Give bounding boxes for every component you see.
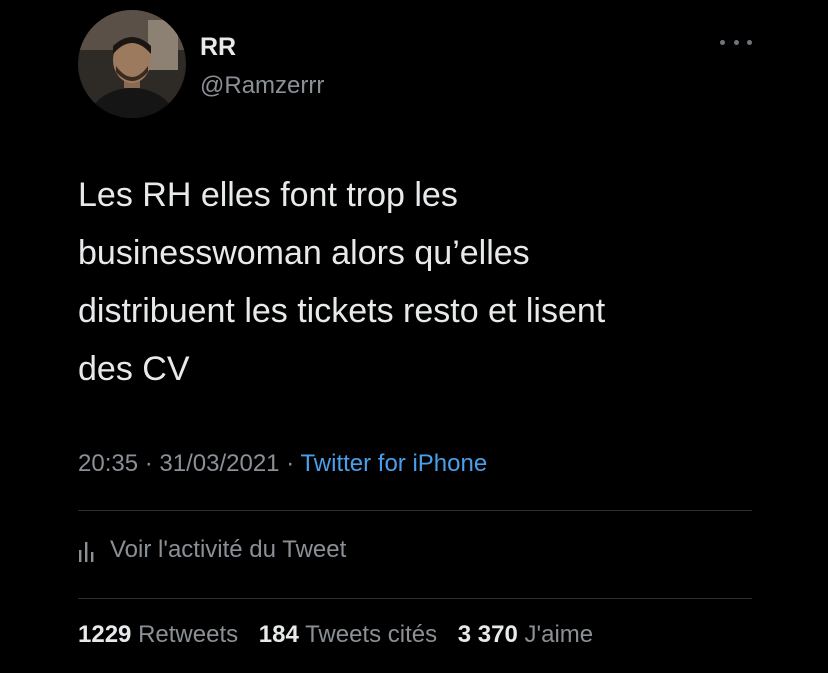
tweet-source-link[interactable]: Twitter for iPhone (300, 450, 487, 477)
tweet-text-line: des CV (78, 350, 190, 388)
tweet-text-line: businesswoman alors qu’elles (78, 234, 530, 272)
tweet-time[interactable]: 20:35 (78, 450, 138, 477)
tweet-activity-button[interactable]: Voir l'activité du Tweet (78, 533, 346, 567)
tweet-date[interactable]: 31/03/2021 (159, 450, 279, 477)
tweet-text-line: Les RH elles font trop les (78, 176, 458, 214)
likes-label: J'aime (524, 621, 594, 648)
likes-stat[interactable]: 3 370 J'aime (458, 621, 593, 648)
tweet-text-line: distribuent les tickets resto et lisent (78, 292, 606, 330)
retweets-label: Retweets (138, 621, 239, 648)
user-handle[interactable]: @Ramzerrr (200, 72, 324, 100)
quote-tweets-label: Tweets cités (305, 621, 438, 648)
avatar[interactable] (78, 10, 186, 118)
divider (78, 598, 752, 599)
tweet-activity-label: Voir l'activité du Tweet (110, 536, 347, 563)
dot (733, 39, 739, 45)
meta-separator: · (144, 450, 153, 477)
quote-tweets-stat[interactable]: 184 Tweets cités (259, 621, 437, 648)
tweet-stats: 1229 Retweets 184 Tweets cités 3 370 J'a… (78, 621, 607, 649)
display-name[interactable]: RR (200, 33, 236, 62)
quote-tweets-count: 184 (258, 621, 299, 648)
divider (78, 510, 752, 511)
tweet-text: Les RH elles font trop les businesswoman… (78, 166, 768, 398)
tweet-card: RR @Ramzerrr Les RH elles font trop les … (0, 0, 828, 673)
dot (747, 39, 752, 45)
profile-photo (78, 10, 186, 118)
meta-separator: · (286, 450, 295, 477)
retweets-stat[interactable]: 1229 Retweets (78, 621, 238, 648)
likes-count: 3 370 (457, 621, 518, 648)
more-horizontal-icon[interactable] (720, 34, 752, 50)
tweet-meta: 20:35 · 31/03/2021 · Twitter for iPhone (78, 450, 487, 478)
bar-chart-icon (78, 538, 96, 562)
dot (720, 39, 725, 45)
retweets-count: 1229 (78, 621, 132, 648)
